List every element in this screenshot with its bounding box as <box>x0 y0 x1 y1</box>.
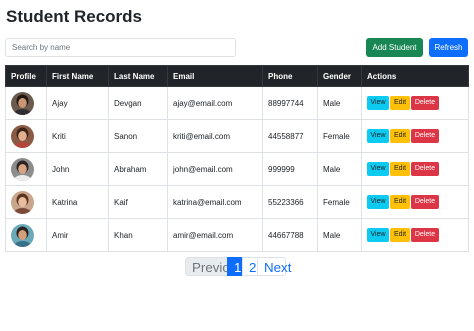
pagination-page-2[interactable]: 2 <box>242 257 258 276</box>
email-cell: kriti@email.com <box>167 119 263 153</box>
first-name-cell: Amir <box>46 218 109 252</box>
phone-cell: 44558877 <box>262 119 318 153</box>
first-name-cell: John <box>46 152 109 186</box>
actions-cell: View Edit Delete <box>361 119 469 153</box>
avatar <box>11 190 34 214</box>
delete-button[interactable]: Delete <box>411 195 439 209</box>
pagination-page-1[interactable]: 1 <box>227 257 243 276</box>
last-name-cell: Kaif <box>108 185 168 219</box>
view-button[interactable]: View <box>367 195 389 209</box>
phone-cell: 88997744 <box>262 86 318 120</box>
profile-cell <box>5 119 47 153</box>
avatar <box>11 157 34 181</box>
column-header-first-name: First Name <box>46 65 109 87</box>
last-name-cell: Sanon <box>108 119 168 153</box>
column-header-gender: Gender <box>317 65 362 87</box>
profile-cell <box>5 86 47 120</box>
edit-button[interactable]: Edit <box>390 129 410 143</box>
last-name-cell: Devgan <box>108 86 168 120</box>
delete-button[interactable]: Delete <box>411 129 439 143</box>
table-row: Amir Khan amir@email.com 44667788 Male View Ed… <box>5 218 469 252</box>
actions-cell: View Edit Delete <box>361 86 469 120</box>
edit-button[interactable]: Edit <box>390 228 410 242</box>
actions-cell: View Edit Delete <box>361 185 469 219</box>
email-cell: amir@email.com <box>167 218 263 252</box>
gender-cell: Male <box>317 218 362 252</box>
gender-cell: Female <box>317 185 362 219</box>
view-button[interactable]: View <box>367 129 389 143</box>
actions-cell: View Edit Delete <box>361 218 469 252</box>
page-title: Student Records <box>6 7 143 26</box>
refresh-button[interactable]: Refresh <box>429 38 468 57</box>
column-header-email: Email <box>167 65 263 87</box>
profile-cell <box>5 218 47 252</box>
table-row: John Abraham john@email.com 999999 Male View E… <box>5 152 469 186</box>
pagination: Previous 1 2 Next <box>185 257 291 276</box>
phone-cell: 999999 <box>262 152 318 186</box>
delete-button[interactable]: Delete <box>411 162 439 176</box>
table-header-row: Profile First Name Last Name Email Phone… <box>5 65 469 87</box>
phone-cell: 44667788 <box>262 218 318 252</box>
delete-button[interactable]: Delete <box>411 96 439 110</box>
edit-button[interactable]: Edit <box>390 96 410 110</box>
first-name-cell: Ajay <box>46 86 109 120</box>
avatar <box>11 223 34 247</box>
search-input[interactable] <box>5 38 236 57</box>
gender-cell: Male <box>317 86 362 120</box>
column-header-actions: Actions <box>361 65 469 87</box>
avatar <box>11 91 34 115</box>
last-name-cell: Abraham <box>108 152 168 186</box>
first-name-cell: Katrina <box>46 185 109 219</box>
view-button[interactable]: View <box>367 228 389 242</box>
gender-cell: Female <box>317 119 362 153</box>
column-header-profile: Profile <box>5 65 47 87</box>
avatar <box>11 124 34 148</box>
view-button[interactable]: View <box>367 96 389 110</box>
column-header-phone: Phone <box>262 65 318 87</box>
table-row: Kriti Sanon kriti@email.com 44558877 Female V… <box>5 119 469 153</box>
pagination-previous-button[interactable]: Previous <box>185 257 244 276</box>
profile-cell <box>5 185 47 219</box>
edit-button[interactable]: Edit <box>390 162 410 176</box>
delete-button[interactable]: Delete <box>411 228 439 242</box>
phone-cell: 55223366 <box>262 185 318 219</box>
pagination-next-button[interactable]: Next <box>257 257 291 276</box>
gender-cell: Male <box>317 152 362 186</box>
edit-button[interactable]: Edit <box>390 195 410 209</box>
profile-cell <box>5 152 47 186</box>
students-table: Profile First Name Last Name Email Phone… <box>5 65 469 252</box>
table-row: Ajay Devgan ajay@email.com 88997744 Male View… <box>5 86 469 120</box>
column-header-last-name: Last Name <box>108 65 168 87</box>
actions-cell: View Edit Delete <box>361 152 469 186</box>
last-name-cell: Khan <box>108 218 168 252</box>
email-cell: ajay@email.com <box>167 86 263 120</box>
table-row: Katrina Kaif katrina@email.com 55223366 Fema… <box>5 185 469 219</box>
student-records-page: Student Records Add Student Refresh Prof… <box>0 0 474 331</box>
view-button[interactable]: View <box>367 162 389 176</box>
add-student-button[interactable]: Add Student <box>366 38 423 57</box>
email-cell: katrina@email.com <box>167 185 263 219</box>
email-cell: john@email.com <box>167 152 263 186</box>
first-name-cell: Kriti <box>46 119 109 153</box>
